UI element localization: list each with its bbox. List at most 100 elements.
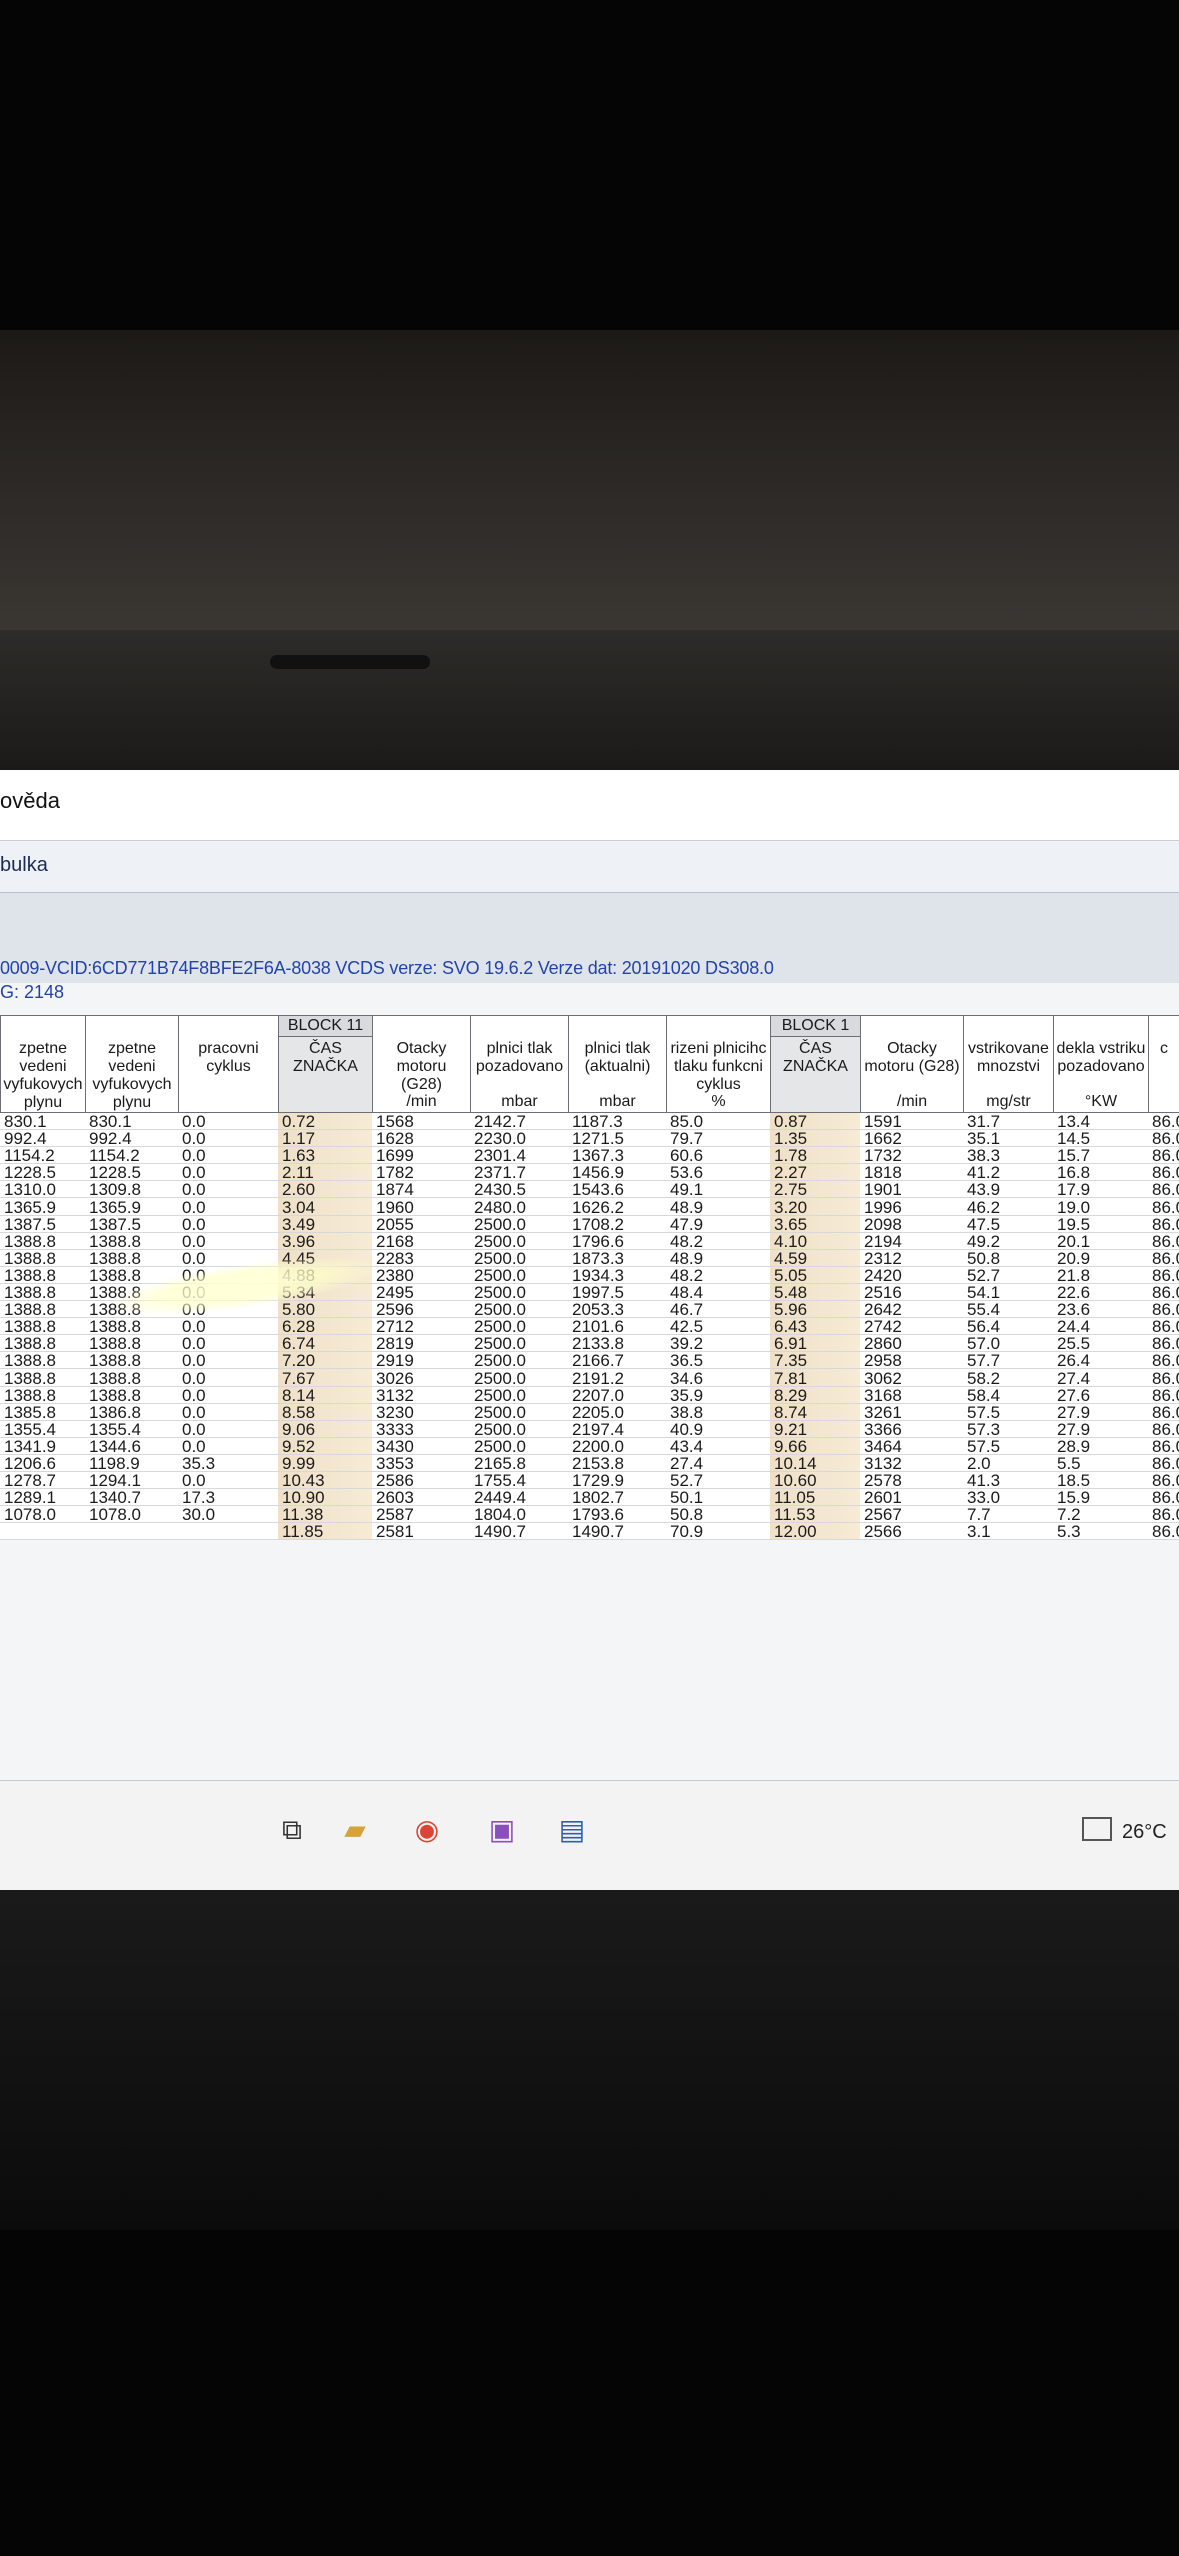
column-title: zpetne vedeni vyfukovych plynu xyxy=(92,1040,172,1111)
column-title: Otacky motoru (G28) xyxy=(396,1040,447,1093)
table-cell: 38.8 xyxy=(666,1404,770,1421)
app-icon[interactable]: ▣ xyxy=(485,1813,519,1847)
table-cell: 3132 xyxy=(860,1455,963,1473)
table-cell: 3.1 xyxy=(963,1523,1053,1541)
column-unit: mbar xyxy=(501,1093,538,1110)
table-cell: 9.52 xyxy=(278,1438,372,1455)
table-cell: 2420 xyxy=(860,1267,963,1284)
table-cell: 0.0 xyxy=(178,1164,278,1182)
column-header-2[interactable]: pracovni cyklus xyxy=(178,1015,278,1113)
log-table[interactable]: zpetne vedeni vyfukovych plynu zpetne ved… xyxy=(0,1015,1179,1541)
table-cell: 2480.0 xyxy=(470,1199,568,1216)
table-cell: 15.7 xyxy=(1053,1147,1148,1165)
table-cell: 48.4 xyxy=(666,1284,770,1302)
table-cell xyxy=(0,1523,85,1541)
table-cell: 2194 xyxy=(860,1233,963,1250)
column-header-1[interactable]: zpetne vedeni vyfukovych plynu xyxy=(85,1015,178,1113)
table-cell: 5.96 xyxy=(770,1301,860,1319)
column-header-11[interactable]: dekla vstriku pozadovano °KW xyxy=(1053,1015,1148,1113)
table-cell: 2566 xyxy=(860,1523,963,1541)
table-cell: 38.3 xyxy=(963,1147,1053,1165)
chrome-icon[interactable]: ◉ xyxy=(410,1813,444,1847)
table-cell: 0.72 xyxy=(278,1113,372,1131)
table-cell: 2919 xyxy=(372,1352,470,1370)
table-cell: 0.0 xyxy=(178,1335,278,1353)
table-cell: 3.96 xyxy=(278,1233,372,1250)
table-cell: 1934.3 xyxy=(568,1267,666,1284)
column-header-5[interactable]: plnici tlak pozadovano mbar xyxy=(470,1015,568,1113)
table-cell: 2312 xyxy=(860,1250,963,1267)
table-cell: 27.4 xyxy=(1053,1370,1148,1387)
table-cell: 0.0 xyxy=(178,1147,278,1165)
table-cell: 2819 xyxy=(372,1335,470,1353)
column-title: ČAS ZNAČKA xyxy=(293,1040,358,1075)
table-cell: 86.0 xyxy=(1148,1387,1179,1404)
menu-item-help[interactable]: ověda xyxy=(0,788,60,814)
table-cell: 41.2 xyxy=(963,1164,1053,1182)
column-header-10[interactable]: vstrikovane mnozstvi mg/str xyxy=(963,1015,1053,1113)
column-header-3[interactable]: BLOCK 11 ČAS ZNAČKA xyxy=(278,1015,372,1113)
table-cell: 1187.3 xyxy=(568,1113,666,1131)
table-cell: 85.0 xyxy=(666,1113,770,1131)
table-cell: 2101.6 xyxy=(568,1318,666,1336)
column-title: rizeni plnicihc tlaku funkcni cyklus xyxy=(670,1040,767,1093)
table-cell: 57.5 xyxy=(963,1404,1053,1421)
vcds-icon[interactable]: ▤ xyxy=(555,1813,589,1847)
column-header-9[interactable]: Otacky motoru (G28) /min xyxy=(860,1015,963,1113)
table-cell: 1997.5 xyxy=(568,1284,666,1302)
monitor-bezel-top xyxy=(0,330,1179,630)
table-cell: 1388.8 xyxy=(85,1370,178,1387)
table-cell: 2191.2 xyxy=(568,1370,666,1387)
table-cell: 2516 xyxy=(860,1284,963,1302)
table-cell: 2495 xyxy=(372,1284,470,1302)
table-cell: 6.28 xyxy=(278,1318,372,1336)
column-header-7[interactable]: rizeni plnicihc tlaku funkcni cyklus% xyxy=(666,1015,770,1113)
table-cell: 35.9 xyxy=(666,1387,770,1404)
column-header-4[interactable]: Otacky motoru (G28)/min xyxy=(372,1015,470,1113)
table-cell: 1543.6 xyxy=(568,1181,666,1199)
table-cell: 52.7 xyxy=(963,1267,1053,1284)
table-cell: 20.1 xyxy=(1053,1233,1148,1250)
table-cell: 1782 xyxy=(372,1164,470,1182)
table-cell: 2742 xyxy=(860,1318,963,1336)
vcds-info-line: 0009-VCID:6CD771B74F8BFE2F6A-8038 VCDS v… xyxy=(0,958,774,978)
table-cell: 13.4 xyxy=(1053,1113,1148,1131)
table-cell: 57.0 xyxy=(963,1335,1053,1353)
table-cell: 1.35 xyxy=(770,1130,860,1148)
table-cell: 0.0 xyxy=(178,1233,278,1250)
column-header-12[interactable]: c xyxy=(1148,1015,1179,1113)
table-cell: 1198.9 xyxy=(85,1455,178,1473)
table-cell: 50.8 xyxy=(963,1250,1053,1267)
table-cell: 49.1 xyxy=(666,1181,770,1199)
table-cell: 3.65 xyxy=(770,1216,860,1233)
table-cell: 43.9 xyxy=(963,1181,1053,1199)
table-cell: 1387.5 xyxy=(0,1216,85,1233)
table-cell: 1388.8 xyxy=(0,1233,85,1250)
vcds-info-line-2: G: 2148 xyxy=(0,982,65,1002)
table-cell: 10.14 xyxy=(770,1455,860,1473)
task-view-icon[interactable]: ⧉ xyxy=(275,1813,309,1847)
table-cell: 3333 xyxy=(372,1421,470,1438)
column-header-6[interactable]: plnici tlak (aktualni) mbar xyxy=(568,1015,666,1113)
table-row[interactable]: 11.85 2581 1490.7 1490.7 70.9 12.00 2566 3.1 5.3… xyxy=(0,1523,1179,1546)
table-cell: 86.0 xyxy=(1148,1335,1179,1353)
weather-icon[interactable] xyxy=(1082,1817,1112,1841)
table-cell: 79.7 xyxy=(666,1130,770,1148)
table-cell: 27.9 xyxy=(1053,1421,1148,1438)
weather-temp[interactable]: 26°C xyxy=(1122,1821,1167,1844)
table-cell: 7.2 xyxy=(1053,1506,1148,1524)
column-header-8[interactable]: BLOCK 1 ČAS ZNAČKA xyxy=(770,1015,860,1113)
table-cell: 1340.7 xyxy=(85,1489,178,1507)
table-cell: 2587 xyxy=(372,1506,470,1524)
table-cell: 27.6 xyxy=(1053,1387,1148,1404)
tab-table[interactable]: bulka xyxy=(0,854,48,877)
table-cell: 1387.5 xyxy=(85,1216,178,1233)
table-cell: 2.75 xyxy=(770,1181,860,1199)
file-explorer-icon[interactable]: ▰ xyxy=(338,1813,372,1847)
table-cell: 7.35 xyxy=(770,1352,860,1370)
table-cell: 1154.2 xyxy=(85,1147,178,1165)
column-header-0[interactable]: zpetne vedeni vyfukovych plynu xyxy=(0,1015,85,1113)
table-cell: 4.10 xyxy=(770,1233,860,1250)
table-cell: 1901 xyxy=(860,1181,963,1199)
table-cell: 5.80 xyxy=(278,1301,372,1319)
